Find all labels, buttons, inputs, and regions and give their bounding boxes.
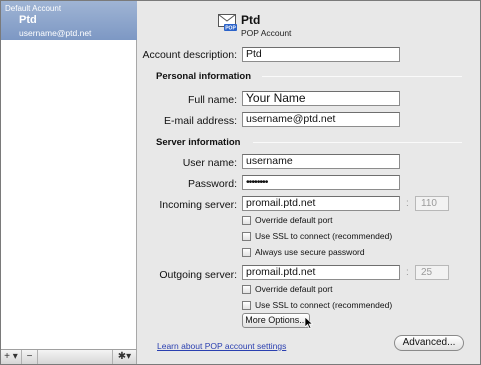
envelope-pop-icon: POP: [218, 14, 237, 32]
server-info-heading: Server information: [156, 137, 241, 148]
outgoing-override-port-label: Override default port: [255, 284, 333, 294]
user-name-label: User name:: [182, 157, 237, 169]
incoming-use-ssl-label: Use SSL to connect (recommended): [255, 231, 393, 241]
outgoing-server-label: Outgoing server:: [159, 269, 237, 281]
password-field[interactable]: ••••••••: [242, 175, 400, 190]
sidebar-account-name: Ptd: [19, 14, 37, 26]
mouse-pointer-icon: [305, 317, 313, 329]
incoming-server-field[interactable]: promail.ptd.net: [242, 196, 400, 211]
server-info-divider: [253, 142, 462, 143]
user-name-field[interactable]: username: [242, 154, 400, 169]
incoming-port-separator: :: [406, 198, 409, 209]
password-label: Password:: [187, 178, 237, 190]
incoming-port-field[interactable]: 110: [415, 196, 449, 211]
learn-pop-settings-link[interactable]: Learn about POP account settings: [157, 341, 286, 351]
account-settings-panel: POP Ptd POP Account Account description:…: [138, 1, 480, 364]
account-description-label: Account description:: [142, 49, 237, 61]
action-menu-button[interactable]: ✱▾: [112, 350, 136, 364]
account-title: Ptd: [241, 13, 261, 27]
incoming-override-port-checkbox[interactable]: [242, 216, 251, 225]
full-name-label: Full name:: [187, 94, 237, 106]
accounts-sidebar: Default Account Ptd username@ptd.net: [1, 1, 137, 349]
advanced-button[interactable]: Advanced...: [394, 335, 464, 351]
sidebar-account-email: username@ptd.net: [19, 28, 92, 38]
personal-info-divider: [262, 76, 462, 77]
sidebar-group-label: Default Account: [5, 4, 62, 13]
add-account-button[interactable]: + ▾: [1, 350, 22, 364]
sidebar-footer: + ▾ − ✱▾: [1, 349, 137, 364]
svg-text:POP: POP: [225, 26, 236, 32]
full-name-field[interactable]: Your Name: [242, 91, 400, 106]
incoming-use-ssl-checkbox[interactable]: [242, 232, 251, 241]
email-address-field[interactable]: username@ptd.net: [242, 112, 400, 127]
outgoing-use-ssl-checkbox[interactable]: [242, 301, 251, 310]
more-options-button[interactable]: More Options...: [242, 313, 310, 328]
secure-password-label: Always use secure password: [255, 247, 365, 257]
incoming-override-port-label: Override default port: [255, 215, 333, 225]
sidebar-account-item[interactable]: Default Account Ptd username@ptd.net: [1, 1, 137, 40]
account-type: POP Account: [241, 28, 292, 38]
outgoing-override-port-checkbox[interactable]: [242, 285, 251, 294]
personal-info-heading: Personal information: [156, 71, 252, 82]
outgoing-server-field[interactable]: promail.ptd.net: [242, 265, 400, 280]
remove-account-button[interactable]: −: [22, 350, 38, 364]
secure-password-checkbox[interactable]: [242, 248, 251, 257]
outgoing-port-field[interactable]: 25: [415, 265, 449, 280]
email-address-label: E-mail address:: [164, 115, 237, 127]
outgoing-use-ssl-label: Use SSL to connect (recommended): [255, 300, 393, 310]
outgoing-port-separator: :: [406, 267, 409, 278]
account-description-field[interactable]: Ptd: [242, 47, 400, 62]
incoming-server-label: Incoming server:: [159, 199, 237, 211]
